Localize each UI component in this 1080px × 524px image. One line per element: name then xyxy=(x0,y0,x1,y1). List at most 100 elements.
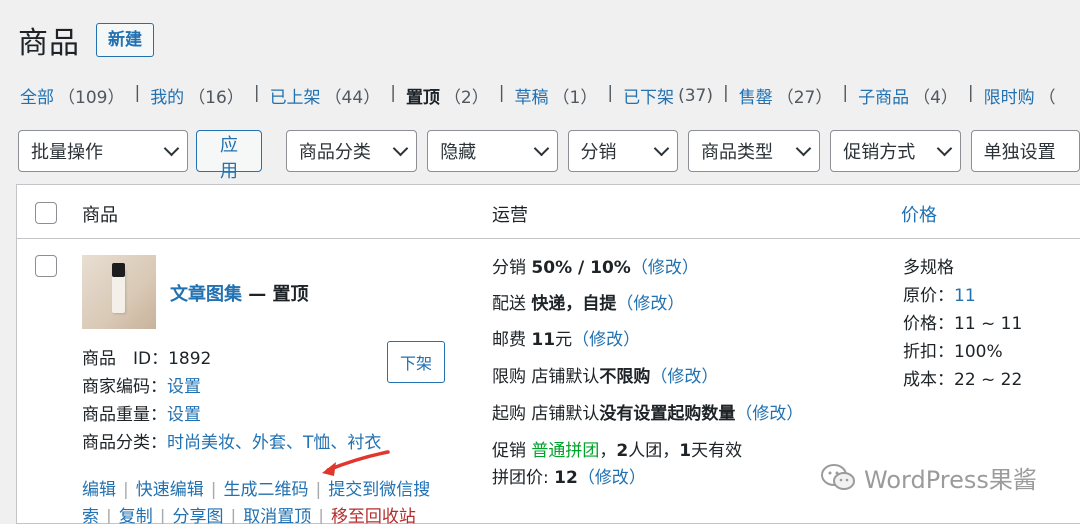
weight-label: 商品重量： xyxy=(82,405,167,425)
wechat-search-link-cont[interactable]: 索 xyxy=(82,507,99,524)
bulk-action-select[interactable]: 批量操作 xyxy=(18,130,189,172)
view-link-label[interactable]: 已上架 xyxy=(270,83,321,108)
view-filters: 全部 （109） | 我的 （16） | 已上架 （44） | 置顶 （2） | 草稿 （1） | 已下架 (3… xyxy=(20,83,1056,108)
watermark: WordPress果酱 xyxy=(820,460,1037,495)
edit-paren-open: （ xyxy=(572,330,590,350)
view-link-label[interactable]: 全部 xyxy=(20,83,54,108)
ops-label: 配送 xyxy=(492,294,526,314)
product-thumbnail[interactable] xyxy=(82,255,156,329)
view-link-label[interactable]: 子商品 xyxy=(858,83,909,108)
product-id-value: 1892 xyxy=(168,349,212,369)
weight-link[interactable]: 设置 xyxy=(167,405,201,425)
ops-limit: 限购 店铺默认不限购（修改） xyxy=(492,362,718,387)
price-label: 价格： xyxy=(903,314,954,334)
edit-paren-open: （ xyxy=(577,468,595,488)
ops-value: 50% / 10% xyxy=(531,258,631,278)
edit-min-link[interactable]: 修改 xyxy=(752,404,786,424)
product-type-select[interactable]: 商品类型 xyxy=(687,130,821,172)
page-title: 商品 xyxy=(18,26,80,61)
view-link-label[interactable]: 我的 xyxy=(150,83,184,108)
category-row-label: 商品分类： xyxy=(82,433,167,453)
product-name-link[interactable]: 文章图集 xyxy=(170,284,242,305)
merchant-code-label: 商家编码： xyxy=(82,377,167,397)
view-link-count: （109） xyxy=(58,88,125,108)
edit-paren-close: ） xyxy=(628,468,646,488)
view-link-count: （ xyxy=(1038,88,1056,108)
view-link-item[interactable]: 草稿 （1） xyxy=(515,83,598,108)
product-weight: 商品重量：设置 xyxy=(82,400,201,425)
ops-postage: 邮费 11元（修改） xyxy=(492,325,640,350)
row-checkbox[interactable] xyxy=(35,255,57,277)
share-image-link[interactable]: 分享图 xyxy=(172,507,223,524)
separator: | xyxy=(722,83,729,103)
unpin-link[interactable]: 取消置顶 xyxy=(243,507,311,524)
promotion-select[interactable]: 促销方式 xyxy=(830,130,961,172)
ops-label: 起购 xyxy=(492,404,526,424)
price-cost: 成本：22 ~ 22 xyxy=(903,365,1022,390)
edit-paren-open: （ xyxy=(650,367,668,387)
separator: | xyxy=(498,83,505,103)
edit-link[interactable]: 编辑 xyxy=(82,480,116,500)
wechat-search-link[interactable]: 提交到微信搜 xyxy=(328,480,430,500)
separator: | xyxy=(607,83,614,103)
price-value: 100% xyxy=(954,342,1003,362)
row-actions-line1: 编辑 | 快速编辑 | 生成二维码 | 提交到微信搜 xyxy=(82,475,430,500)
promo-type-link[interactable]: 普通拼团 xyxy=(531,441,599,461)
edit-postage-link[interactable]: 修改 xyxy=(589,330,623,350)
quick-edit-link[interactable]: 快速编辑 xyxy=(136,480,204,500)
view-link-item[interactable]: 置顶 （2） xyxy=(406,83,489,108)
view-link-label[interactable]: 限时购 xyxy=(984,83,1035,108)
ops-promotion: 促销 普通拼团，2人团，1天有效 xyxy=(492,436,742,461)
ops-label: 拼团价: xyxy=(492,468,555,488)
edit-delivery-link[interactable]: 修改 xyxy=(633,294,667,314)
edit-paren-open: （ xyxy=(630,258,648,278)
view-link-item[interactable]: 已下架 (37) xyxy=(623,83,713,109)
view-link-count: （1） xyxy=(552,88,598,108)
filters-bar: 批量操作 应用 商品分类 隐藏 分销 商品类型 促销方式 单独设置 xyxy=(18,130,1080,181)
view-link-label[interactable]: 售罄 xyxy=(739,83,773,108)
column-price-sort[interactable]: 价格 xyxy=(901,201,937,227)
distribution-select[interactable]: 分销 xyxy=(567,130,678,172)
ops-label: 分销 xyxy=(492,258,526,278)
separator: | xyxy=(390,83,396,103)
edit-limit-link[interactable]: 修改 xyxy=(667,367,701,387)
chevron-down-icon xyxy=(533,140,549,156)
separator: | xyxy=(842,83,849,103)
hidden-select[interactable]: 隐藏 xyxy=(427,130,558,172)
column-operations: 运营 xyxy=(492,205,528,226)
original-price-link[interactable]: 11 xyxy=(954,286,976,306)
separator: | xyxy=(318,507,324,524)
add-new-button[interactable]: 新建 xyxy=(96,23,154,57)
view-link-item[interactable]: 售罄 （27） xyxy=(739,83,833,108)
edit-paren-close: ） xyxy=(667,294,685,314)
single-setting-select[interactable]: 单独设置 xyxy=(970,130,1080,172)
view-link-item[interactable]: 子商品 （4） xyxy=(858,83,958,108)
view-link-count: （27） xyxy=(776,88,833,108)
select-all-checkbox[interactable] xyxy=(35,202,57,224)
edit-distribution-link[interactable]: 修改 xyxy=(648,258,682,278)
category-select[interactable]: 商品分类 xyxy=(285,130,418,172)
view-link-item[interactable]: 限时购（ xyxy=(984,83,1056,108)
separator: | xyxy=(134,83,141,103)
merchant-code-link[interactable]: 设置 xyxy=(167,377,201,397)
view-link-item[interactable]: 全部 （109） xyxy=(20,83,124,108)
chevron-down-icon xyxy=(392,140,409,156)
price-value: 22 ~ 22 xyxy=(954,370,1023,390)
chevron-down-icon xyxy=(796,140,812,156)
trash-link[interactable]: 移至回收站 xyxy=(331,507,416,524)
edit-paren-close: ） xyxy=(701,367,719,387)
qrcode-link[interactable]: 生成二维码 xyxy=(223,480,308,500)
view-link-item[interactable]: 已上架 （44） xyxy=(270,83,381,108)
view-link-count: （2） xyxy=(443,88,489,108)
product-id: 商品 ID：1892 xyxy=(82,344,211,369)
apply-button[interactable]: 应用 xyxy=(196,130,262,181)
ops-delivery: 配送 快递，自提（修改） xyxy=(492,289,684,314)
view-link-label[interactable]: 置顶 xyxy=(406,83,440,108)
edit-group-price-link[interactable]: 修改 xyxy=(595,468,629,488)
edit-paren-close: ） xyxy=(623,330,641,350)
view-link-label[interactable]: 草稿 xyxy=(515,83,549,108)
duplicate-link[interactable]: 复制 xyxy=(119,507,153,524)
view-link-label[interactable]: 已下架 xyxy=(623,83,674,108)
unpublish-button[interactable]: 下架 xyxy=(387,341,446,383)
view-link-item[interactable]: 我的 （16） xyxy=(150,83,244,108)
